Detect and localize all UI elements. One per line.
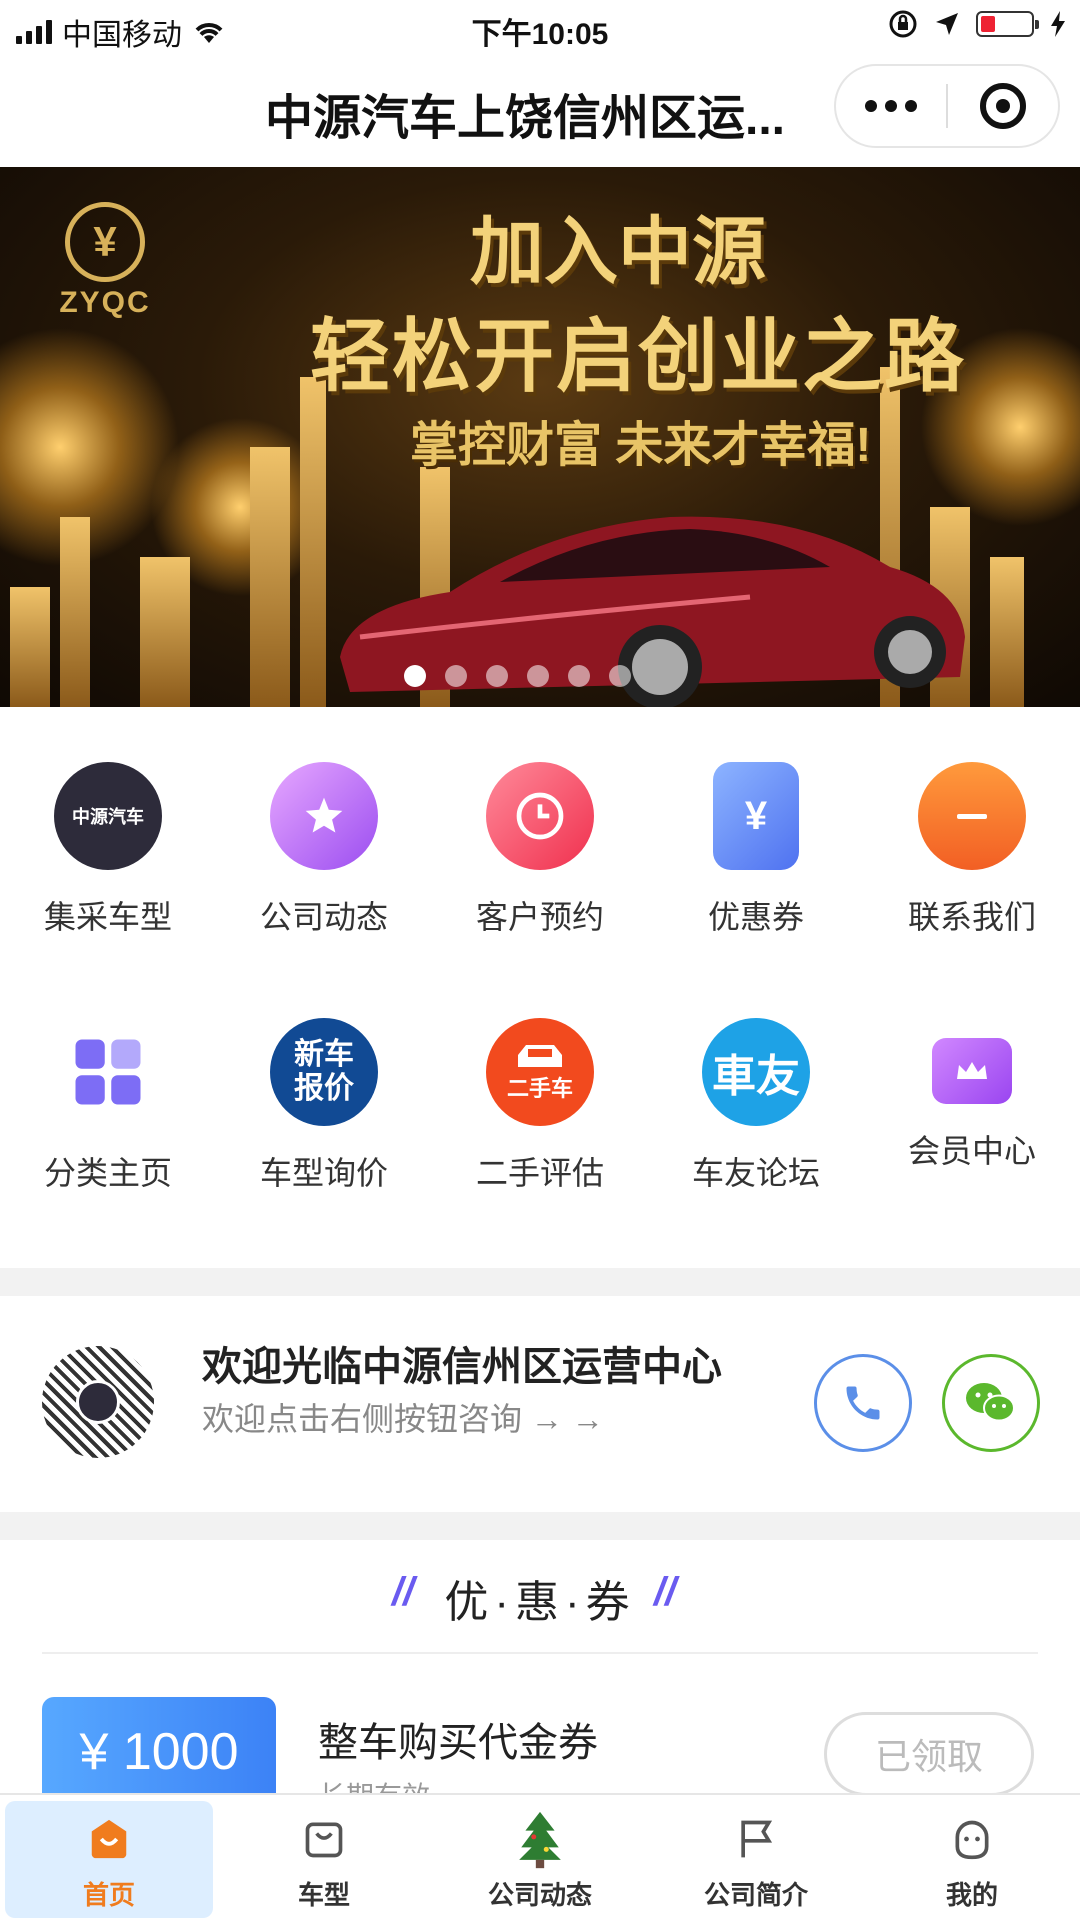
section-divider (0, 1268, 1080, 1296)
star-chat-icon (270, 762, 378, 870)
welcome-title: 欢迎光临中源信州区运营中心 (202, 1345, 722, 1389)
tab-label: 车型 (297, 1880, 350, 1910)
more-options-button[interactable] (836, 100, 946, 112)
carousel-dot[interactable] (527, 665, 549, 687)
forum-icon: 車友 (702, 1018, 810, 1126)
charging-icon (1051, 11, 1065, 37)
tab-company-profile[interactable]: 公司简介 (652, 1795, 860, 1920)
navigation-bar: 中源汽车上饶信州区运... (0, 54, 1080, 166)
grid-item-forum[interactable]: 車友 车友论坛 (648, 1018, 864, 1194)
qr-code-image (42, 1346, 154, 1458)
coupon-value-badge: ¥ 1000 (42, 1697, 276, 1807)
profile-face-icon (946, 1813, 998, 1865)
grid-item-label: 车友论坛 (691, 1155, 820, 1191)
grid-item-company-news[interactable]: 公司动态 (216, 762, 432, 938)
grid-item-procurement-models[interactable]: 中源汽车 集采车型 (0, 762, 216, 938)
grid-item-category-home[interactable]: 分类主页 (0, 1018, 216, 1194)
yen-coupon-icon: ¥ (713, 762, 799, 870)
brand-logo-icon: 中源汽车 (54, 762, 162, 870)
used-car-icon: 二手车 (486, 1018, 594, 1126)
banner-headline-3: 掌控财富 未来才幸福! (410, 419, 872, 472)
location-arrow-icon (936, 13, 958, 35)
tab-label: 公司简介 (703, 1880, 808, 1910)
new-car-price-icon: 新车 报价 (270, 1018, 378, 1126)
coupon-claimed-button[interactable]: 已领取 (824, 1712, 1034, 1796)
tab-home[interactable]: 首页 (5, 1801, 213, 1918)
carousel-indicators[interactable] (404, 665, 631, 687)
call-button[interactable] (814, 1354, 912, 1452)
tab-profile[interactable]: 我的 (868, 1795, 1076, 1920)
banner-headline-2: 轻松开启创业之路 (310, 309, 966, 403)
grid-item-price-inquiry[interactable]: 新车 报价 车型询价 (216, 1018, 432, 1194)
grid-row-2: 分类主页 新车 报价 车型询价 二手车 二手评估 車友 车友论坛 会员中心 (0, 1018, 1080, 1218)
section-divider (0, 1512, 1080, 1540)
status-right (888, 9, 1066, 39)
category-grid-icon (54, 1018, 162, 1126)
status-bar: 中国移动 下午10:05 (0, 0, 1080, 54)
tab-label: 首页 (82, 1880, 135, 1910)
orientation-lock-icon (889, 10, 917, 38)
christmas-tree-icon (514, 1811, 566, 1869)
banner-carousel[interactable]: ¥ ZYQC 加入中源 轻松开启创业之路 掌控财富 未来才幸福! (0, 167, 1080, 707)
wechat-button[interactable] (942, 1354, 1040, 1452)
grid-item-label: 客户预约 (475, 899, 604, 935)
phone-icon (846, 1386, 880, 1420)
mini-program-page: 中国移动 下午10:05 中源汽车上饶信州区运... ¥ ZYQC 加入中源 轻… (0, 0, 1080, 1920)
grid-item-label: 优惠券 (707, 899, 804, 935)
zyqc-logo: ¥ ZYQC (55, 202, 155, 320)
tab-company-news[interactable]: 公司动态 (436, 1795, 644, 1920)
grid-item-member-center[interactable]: 会员中心 (864, 1018, 1080, 1172)
tab-car-models[interactable]: 车型 (220, 1795, 428, 1920)
tab-label: 公司动态 (487, 1880, 592, 1910)
grid-item-label: 公司动态 (259, 899, 388, 935)
decor-slash-right: // (654, 1570, 677, 1614)
grid-item-appointment[interactable]: 客户预约 (432, 762, 648, 938)
carousel-dot[interactable] (445, 665, 467, 687)
target-icon (979, 83, 1026, 129)
crown-card-icon (932, 1038, 1012, 1104)
tab-label: 我的 (945, 1880, 998, 1910)
close-program-button[interactable] (948, 83, 1058, 129)
grid-item-label: 联系我们 (907, 899, 1036, 935)
coupon-header-divider (42, 1652, 1038, 1654)
welcome-subtitle: 欢迎点击右侧按钮咨询 → → (202, 1401, 604, 1437)
carousel-dot[interactable] (568, 665, 590, 687)
welcome-card: 欢迎光临中源信州区运营中心 欢迎点击右侧按钮咨询 → → (0, 1296, 1080, 1510)
bottom-tab-bar: 首页 车型 公司动态 公司简介 我的 (0, 1793, 1080, 1920)
grid-row-1: 中源汽车 集采车型 公司动态 客户预约 ¥ 优惠券 联系我们 (0, 762, 1080, 962)
coupon-name: 整车购买代金券 (318, 1721, 598, 1765)
carousel-dot[interactable] (609, 665, 631, 687)
battery-icon (976, 11, 1039, 37)
grid-item-used-car-valuation[interactable]: 二手车 二手评估 (432, 1018, 648, 1194)
grid-item-label: 二手评估 (475, 1155, 604, 1191)
flag-icon (730, 1813, 782, 1865)
banner-headline-1: 加入中源 (470, 209, 766, 295)
page-title: 中源汽车上饶信州区运... (265, 92, 786, 145)
grid-item-label: 分类主页 (43, 1155, 172, 1191)
clock-icon (486, 762, 594, 870)
home-bag-icon (83, 1813, 135, 1865)
shopping-bag-icon (298, 1813, 350, 1865)
wechat-icon (966, 1383, 1015, 1422)
coupon-section-title: 优·惠·券 (444, 1578, 636, 1627)
grid-item-contact-us[interactable]: 联系我们 (864, 762, 1080, 938)
shop-icon (918, 762, 1026, 870)
carousel-dot[interactable] (404, 665, 426, 687)
grid-item-label: 车型询价 (259, 1155, 388, 1191)
mini-program-capsule (834, 64, 1060, 148)
carousel-dot[interactable] (486, 665, 508, 687)
grid-item-label: 集采车型 (43, 899, 172, 935)
grid-item-label: 会员中心 (907, 1133, 1036, 1169)
grid-item-coupons[interactable]: ¥ 优惠券 (648, 762, 864, 938)
coupon-section-header: // 优·惠·券 // (0, 1540, 1080, 1652)
